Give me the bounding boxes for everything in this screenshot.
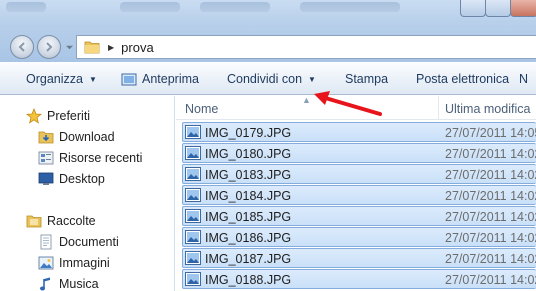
nav-item-music[interactable]: Musica bbox=[38, 276, 99, 291]
image-file-icon bbox=[185, 230, 201, 244]
file-name: IMG_0179.JPG bbox=[205, 126, 292, 140]
nav-item-label: Risorse recenti bbox=[59, 151, 143, 165]
file-row[interactable]: IMG_0185.JPG 27/07/2011 14:02 bbox=[182, 206, 536, 226]
file-modified-date: 27/07/2011 14:02 bbox=[445, 147, 536, 161]
file-modified-date: 27/07/2011 14:02 bbox=[445, 273, 536, 287]
file-row[interactable]: IMG_0187.JPG 27/07/2011 14:02 bbox=[182, 248, 536, 268]
nav-item-documents[interactable]: Documenti bbox=[38, 234, 119, 250]
column-divider[interactable] bbox=[438, 96, 439, 120]
recent-places-icon bbox=[38, 151, 54, 165]
image-file-icon bbox=[185, 251, 201, 265]
file-list: ▲ Nome Ultima modifica IMG_0179.JPG 27/07… bbox=[176, 95, 536, 291]
image-file-icon bbox=[185, 125, 201, 139]
close-window-button[interactable] bbox=[510, 0, 536, 17]
overflow-button[interactable]: N bbox=[519, 72, 528, 86]
preview-icon bbox=[121, 73, 137, 85]
documents-icon bbox=[40, 234, 52, 250]
file-modified-date: 27/07/2011 14:02 bbox=[445, 189, 536, 203]
file-row[interactable]: IMG_0188.JPG 27/07/2011 14:02 bbox=[182, 269, 536, 289]
nav-item-label: Immagini bbox=[59, 256, 110, 270]
file-name: IMG_0185.JPG bbox=[205, 210, 292, 224]
share-label: Condividi con bbox=[227, 72, 303, 86]
file-name: IMG_0183.JPG bbox=[205, 168, 292, 182]
print-label: Stampa bbox=[345, 72, 389, 86]
image-file-icon bbox=[185, 167, 201, 181]
nav-item-recent-places[interactable]: Risorse recenti bbox=[38, 150, 142, 166]
file-name: IMG_0180.JPG bbox=[205, 147, 292, 161]
folder-icon bbox=[84, 41, 100, 54]
overflow-label: N bbox=[519, 72, 529, 86]
chevron-down-icon: ▼ bbox=[88, 74, 97, 84]
window-titlebar: ▶ prova bbox=[0, 0, 536, 62]
image-file-icon bbox=[185, 188, 201, 202]
file-name: IMG_0186.JPG bbox=[205, 231, 292, 245]
star-icon bbox=[26, 108, 42, 124]
annotation-arrow-icon bbox=[314, 91, 382, 116]
desktop-icon bbox=[38, 172, 54, 185]
download-folder-icon bbox=[38, 131, 54, 144]
titlebar-blur bbox=[120, 2, 180, 12]
maximize-button[interactable] bbox=[485, 0, 511, 17]
back-arrow-icon bbox=[18, 42, 25, 52]
file-name: IMG_0184.JPG bbox=[205, 189, 292, 203]
nav-item-label: Documenti bbox=[59, 235, 119, 249]
back-button[interactable] bbox=[10, 35, 34, 59]
chevron-down-icon: ▼ bbox=[308, 74, 316, 84]
column-header-name[interactable]: Nome bbox=[185, 102, 218, 116]
email-button[interactable]: Posta elettronica bbox=[416, 72, 509, 86]
breadcrumb-current[interactable]: prova bbox=[121, 40, 154, 55]
libraries-icon bbox=[26, 215, 42, 228]
email-label: Posta elettronica bbox=[416, 72, 510, 86]
file-row[interactable]: IMG_0184.JPG 27/07/2011 14:02 bbox=[182, 185, 536, 205]
titlebar-blur bbox=[300, 2, 400, 12]
file-modified-date: 27/07/2011 14:02 bbox=[445, 231, 536, 245]
file-name: IMG_0187.JPG bbox=[205, 252, 292, 266]
image-file-icon bbox=[185, 272, 201, 286]
file-modified-date: 27/07/2011 14:02 bbox=[445, 252, 536, 266]
nav-item-desktop[interactable]: Desktop bbox=[38, 171, 105, 187]
nav-item-download[interactable]: Download bbox=[38, 129, 115, 145]
nav-favorites-label: Preferiti bbox=[47, 109, 91, 123]
organize-button[interactable]: Organizza ▼ bbox=[26, 72, 97, 86]
nav-item-pictures[interactable]: Immagini bbox=[38, 255, 110, 271]
file-name: IMG_0188.JPG bbox=[205, 273, 292, 287]
recent-locations-dropdown[interactable] bbox=[64, 42, 74, 52]
nav-item-label: Download bbox=[59, 130, 115, 144]
file-row[interactable]: IMG_0179.JPG 27/07/2011 14:05 bbox=[182, 122, 536, 142]
preview-label: Anteprima bbox=[142, 72, 199, 86]
organize-label: Organizza bbox=[26, 72, 83, 86]
minimize-button[interactable] bbox=[460, 0, 486, 17]
print-button[interactable]: Stampa bbox=[345, 72, 388, 86]
sort-ascending-icon: ▲ bbox=[302, 95, 311, 105]
address-bar[interactable]: ▶ prova bbox=[76, 35, 536, 59]
share-with-button[interactable]: Condividi con ▼ bbox=[227, 72, 316, 86]
forward-arrow-icon bbox=[46, 42, 53, 52]
nav-item-label: Musica bbox=[59, 277, 99, 291]
music-icon bbox=[40, 277, 50, 291]
image-file-icon bbox=[185, 209, 201, 223]
file-modified-date: 27/07/2011 14:02 bbox=[445, 210, 536, 224]
nav-libraries-label: Raccolte bbox=[47, 214, 96, 228]
nav-item-label: Desktop bbox=[59, 172, 105, 186]
file-row[interactable]: IMG_0186.JPG 27/07/2011 14:02 bbox=[182, 227, 536, 247]
file-modified-date: 27/07/2011 14:05 bbox=[445, 126, 536, 140]
file-row[interactable]: IMG_0183.JPG 27/07/2011 14:02 bbox=[182, 164, 536, 184]
nav-favorites[interactable]: Preferiti bbox=[26, 108, 90, 124]
pictures-icon bbox=[38, 256, 54, 270]
nav-libraries[interactable]: Raccolte bbox=[26, 213, 96, 229]
file-row[interactable]: IMG_0180.JPG 27/07/2011 14:02 bbox=[182, 143, 536, 163]
file-modified-date: 27/07/2011 14:02 bbox=[445, 168, 536, 182]
breadcrumb-separator[interactable]: ▶ bbox=[108, 43, 114, 52]
titlebar-blur bbox=[200, 2, 270, 12]
command-bar: Organizza ▼ Anteprima Condividi con ▼ St… bbox=[0, 62, 536, 95]
titlebar-blur bbox=[6, 2, 46, 12]
column-header-modified[interactable]: Ultima modifica bbox=[445, 102, 530, 116]
navigation-pane: Preferiti Download Risorse recenti Deskt… bbox=[0, 96, 175, 291]
chevron-down-icon bbox=[65, 45, 73, 49]
preview-button[interactable]: Anteprima bbox=[121, 72, 199, 86]
image-file-icon bbox=[185, 146, 201, 160]
forward-button[interactable] bbox=[37, 35, 61, 59]
